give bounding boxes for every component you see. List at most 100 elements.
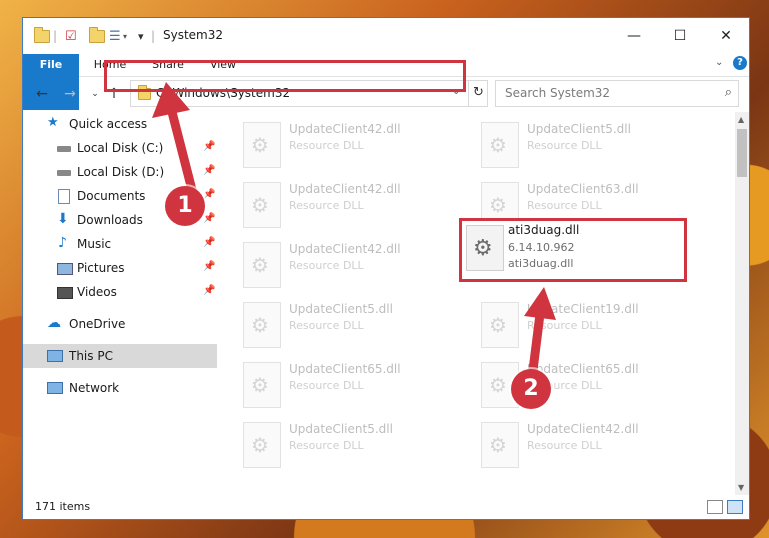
file-type: Resource DLL: [527, 139, 602, 152]
item-count: 171 items: [35, 500, 91, 513]
file-name: UpdateClient5.dll: [289, 422, 393, 436]
file-name: UpdateClient42.dll: [289, 122, 401, 136]
sidebar-item-quick-access[interactable]: ★ Quick access: [23, 112, 217, 136]
search-placeholder: Search System32: [505, 86, 611, 100]
new-folder-icon[interactable]: [89, 26, 105, 45]
file-type: Resource DLL: [289, 319, 364, 332]
music-icon: ♪: [58, 235, 67, 251]
file-type: Resource DLL: [527, 439, 602, 452]
file-item[interactable]: UpdateClient42.dll Resource DLL: [237, 118, 467, 174]
file-item[interactable]: UpdateClient19.dll Resource DLL: [475, 298, 705, 354]
sidebar-item-label: This PC: [69, 349, 113, 363]
drive-icon: [57, 170, 71, 176]
search-icon[interactable]: ⌕: [725, 85, 732, 100]
properties-icon[interactable]: ☑: [65, 27, 77, 45]
file-name: UpdateClient42.dll: [289, 242, 401, 256]
title-bar: | ☑ ☰ ▾ ▾ | System32 — ☐ ✕: [23, 18, 749, 54]
dll-file-icon: [481, 302, 519, 348]
sidebar-item-label: Network: [69, 381, 120, 395]
sidebar-item-music[interactable]: ♪ Music 📌: [23, 232, 217, 256]
sidebar-item-local-disk-c[interactable]: Local Disk (C:) 📌: [23, 136, 217, 160]
sidebar-item-network[interactable]: Network: [23, 376, 217, 400]
dll-file-icon: [243, 302, 281, 348]
dll-file-icon: [466, 225, 504, 271]
expand-ribbon-icon[interactable]: ⌄: [715, 57, 723, 68]
sidebar-item-label: Documents: [77, 189, 146, 203]
maximize-button[interactable]: ☐: [657, 18, 703, 54]
separator: |: [151, 29, 156, 43]
details-view-icon[interactable]: [707, 500, 723, 514]
customize-toolbar-icon[interactable]: ▾: [138, 27, 144, 45]
sidebar-item-label: OneDrive: [69, 317, 126, 331]
star-icon: ★: [47, 115, 59, 130]
file-type: Resource DLL: [289, 199, 364, 212]
scroll-down-icon[interactable]: ▼: [738, 483, 744, 492]
highlighted-file-item[interactable]: ati3duag.dll 6.14.10.962 ati3duag.dll: [459, 218, 687, 282]
file-name: UpdateClient5.dll: [527, 122, 631, 136]
pin-icon[interactable]: 📌: [203, 237, 215, 248]
sidebar-item-this-pc[interactable]: This PC: [23, 344, 217, 368]
file-name: UpdateClient65.dll: [289, 362, 401, 376]
navigation-pane: ★ Quick access Local Disk (C:) 📌 Local D…: [23, 112, 217, 495]
dll-file-icon: [243, 242, 281, 288]
forward-button[interactable]: →: [61, 85, 79, 103]
file-name: ati3duag.dll: [508, 223, 580, 237]
refresh-button[interactable]: ↻: [468, 81, 488, 106]
cloud-icon: ☁: [47, 315, 61, 331]
dll-file-icon: [243, 422, 281, 468]
back-button[interactable]: ←: [33, 85, 51, 103]
sidebar-item-pictures[interactable]: Pictures 📌: [23, 256, 217, 280]
dll-file-icon: [481, 422, 519, 468]
file-item[interactable]: UpdateClient65.dll Resource DLL: [237, 358, 467, 414]
sidebar-item-onedrive[interactable]: ☁ OneDrive: [23, 312, 217, 336]
help-icon[interactable]: ?: [733, 56, 747, 70]
vertical-scrollbar[interactable]: ▲ ▼: [735, 112, 749, 495]
minimize-button[interactable]: —: [611, 18, 657, 54]
file-name: UpdateClient42.dll: [527, 422, 639, 436]
network-icon: [47, 382, 63, 394]
file-item[interactable]: UpdateClient5.dll Resource DLL: [475, 118, 705, 174]
file-item[interactable]: UpdateClient5.dll Resource DLL: [237, 418, 467, 474]
pin-icon[interactable]: 📌: [203, 213, 215, 224]
step-badge-1: 1: [165, 186, 205, 226]
recent-locations-button[interactable]: ⌄: [86, 85, 104, 103]
pin-icon[interactable]: 📌: [203, 189, 215, 200]
file-name: UpdateClient63.dll: [527, 182, 639, 196]
sidebar-item-label: Local Disk (C:): [77, 141, 164, 155]
sidebar-item-label: Quick access: [69, 117, 148, 131]
highlight-address-bar: [104, 60, 466, 92]
computer-icon: [47, 350, 63, 362]
sidebar-item-label: Downloads: [77, 213, 143, 227]
search-input[interactable]: Search System32 ⌕: [495, 80, 739, 107]
pin-icon[interactable]: 📌: [203, 261, 215, 272]
dll-file-icon: [243, 362, 281, 408]
sidebar-item-videos[interactable]: Videos 📌: [23, 280, 217, 304]
pin-icon[interactable]: 📌: [203, 165, 215, 176]
dll-file-icon: [243, 122, 281, 168]
file-item[interactable]: UpdateClient5.dll Resource DLL: [237, 298, 467, 354]
scroll-up-icon[interactable]: ▲: [738, 115, 744, 124]
file-version: 6.14.10.962: [508, 241, 575, 254]
separator: |: [53, 29, 58, 43]
file-type: Resource DLL: [527, 199, 602, 212]
view-options-icon[interactable]: ☰: [109, 27, 121, 45]
large-icons-view-icon[interactable]: [727, 500, 743, 514]
window-title: System32: [163, 28, 224, 42]
file-item[interactable]: UpdateClient42.dll Resource DLL: [237, 178, 467, 234]
close-button[interactable]: ✕: [703, 18, 749, 54]
step-badge-2: 2: [511, 369, 551, 409]
dll-file-icon: [481, 122, 519, 168]
pictures-icon: [57, 263, 73, 275]
file-type: Resource DLL: [527, 319, 602, 332]
file-list: UpdateClient42.dll Resource DLL UpdateCl…: [217, 112, 735, 495]
sidebar-item-local-disk-d[interactable]: Local Disk (D:) 📌: [23, 160, 217, 184]
folder-icon: [34, 26, 50, 45]
pin-icon[interactable]: 📌: [203, 141, 215, 152]
dll-file-icon: [243, 182, 281, 228]
file-item[interactable]: UpdateClient65.dll Resource DLL: [475, 358, 705, 414]
scrollbar-thumb[interactable]: [737, 129, 747, 177]
chevron-down-icon[interactable]: ▾: [123, 27, 127, 45]
file-item[interactable]: UpdateClient42.dll Resource DLL: [475, 418, 705, 474]
file-item[interactable]: UpdateClient42.dll Resource DLL: [237, 238, 467, 294]
pin-icon[interactable]: 📌: [203, 285, 215, 296]
